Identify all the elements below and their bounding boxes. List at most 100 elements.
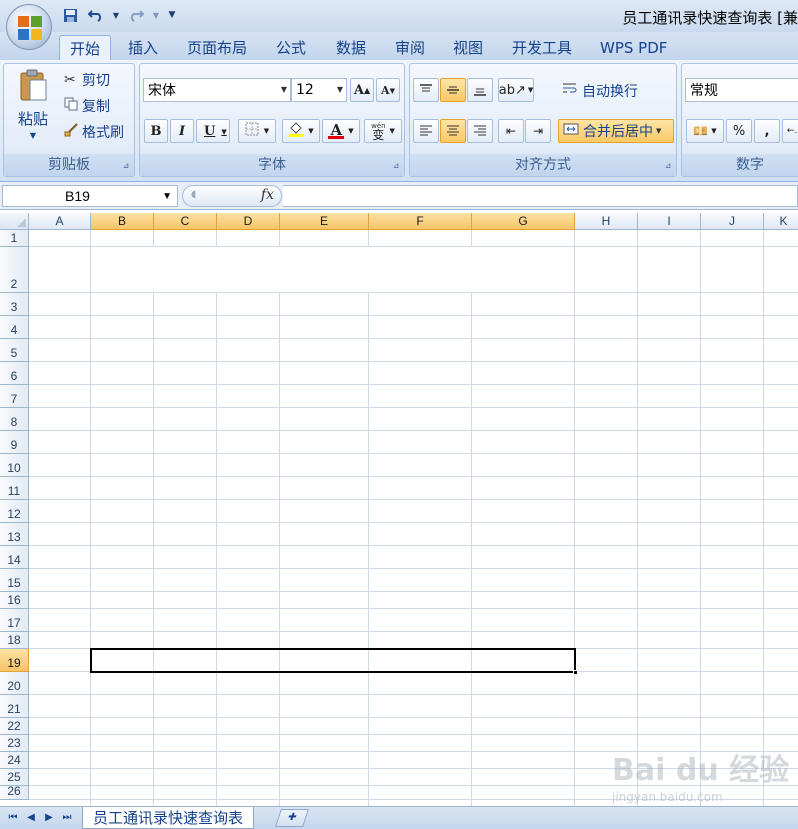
tab-formulas[interactable]: 公式 <box>266 35 316 60</box>
borders-button[interactable]: ▼ <box>238 119 276 143</box>
row-header-22[interactable]: 22 <box>0 718 29 735</box>
row-header-16[interactable]: 16 <box>0 592 29 609</box>
row-header-1[interactable]: 1 <box>0 230 29 247</box>
sheet-tab-active[interactable]: 员工通讯录快速查询表 <box>82 807 255 829</box>
column-header-j[interactable]: J <box>701 213 764 230</box>
tab-page-layout[interactable]: 页面布局 <box>177 35 257 60</box>
row-header-17[interactable]: 17 <box>0 609 29 632</box>
font-size-select[interactable]: 12 ▼ <box>291 78 347 102</box>
format-painter-button[interactable]: 格式刷 <box>64 122 124 142</box>
italic-button[interactable]: I <box>170 119 194 143</box>
font-color-button[interactable]: A ▼ <box>322 119 360 143</box>
column-header-g[interactable]: G <box>472 213 575 230</box>
last-sheet-icon[interactable]: ⏭ <box>60 811 74 825</box>
grow-font-button[interactable]: A ▲ <box>350 78 374 102</box>
column-header-a[interactable]: A <box>29 213 91 230</box>
align-top-button[interactable] <box>413 78 439 102</box>
office-button[interactable] <box>6 4 52 50</box>
first-sheet-icon[interactable]: ⏮ <box>6 811 20 825</box>
column-header-e[interactable]: E <box>280 213 369 230</box>
row-header-6[interactable]: 6 <box>0 362 29 385</box>
wrap-text-button[interactable]: 自动换行 <box>562 81 638 101</box>
insert-function-icon[interactable]: fx <box>261 187 274 203</box>
undo-icon[interactable] <box>86 6 106 24</box>
number-format-select[interactable]: 常规 <box>685 78 798 102</box>
row-header-20[interactable]: 20 <box>0 672 29 695</box>
column-header-d[interactable]: D <box>217 213 280 230</box>
worksheet-grid[interactable]: A B C D E F G H I J K 1 2 3 4 5 6 7 8 9 10 11 12 13 14 15 16 17 18 19… <box>0 213 798 806</box>
merge-center-button[interactable]: 合并后居中 ▼ <box>558 119 674 143</box>
row-header-13[interactable]: 13 <box>0 523 29 546</box>
row-header-23[interactable]: 23 <box>0 735 29 752</box>
tab-home[interactable]: 开始 <box>59 35 112 60</box>
align-left-button[interactable] <box>413 119 439 143</box>
bold-button[interactable]: B <box>144 119 168 143</box>
align-bottom-button[interactable] <box>467 78 493 102</box>
tab-view[interactable]: 视图 <box>443 35 493 60</box>
row-header-19[interactable]: 19 <box>0 649 29 672</box>
redo-icon[interactable] <box>126 6 146 24</box>
tab-developer[interactable]: 开发工具 <box>502 35 582 60</box>
font-launcher-icon[interactable]: ⊿ <box>391 161 401 171</box>
row-header-10[interactable]: 10 <box>0 454 29 477</box>
accounting-format-button[interactable]: 💴 ▼ <box>686 119 724 143</box>
underline-button[interactable]: U ▼ <box>196 119 230 143</box>
row-header-12[interactable]: 12 <box>0 500 29 523</box>
align-middle-button[interactable] <box>440 78 466 102</box>
customize-qat-icon[interactable]: ▼ <box>166 6 178 24</box>
row-header-24[interactable]: 24 <box>0 752 29 769</box>
formula-input[interactable] <box>283 185 798 207</box>
column-header-k[interactable]: K <box>764 213 798 230</box>
row-header-5[interactable]: 5 <box>0 339 29 362</box>
row-header-7[interactable]: 7 <box>0 385 29 408</box>
save-icon[interactable] <box>60 6 80 24</box>
name-box[interactable]: B19 ▼ <box>2 185 178 207</box>
row-header-14[interactable]: 14 <box>0 546 29 569</box>
insert-sheet-icon[interactable]: ✚ <box>275 809 309 827</box>
clipboard-launcher-icon[interactable]: ⊿ <box>121 161 131 171</box>
paste-button[interactable]: 粘贴 ▼ <box>10 68 56 150</box>
copy-button[interactable]: 复制 <box>64 96 110 116</box>
row-header-9[interactable]: 9 <box>0 431 29 454</box>
tab-review[interactable]: 审阅 <box>385 35 435 60</box>
tab-wps-pdf[interactable]: WPS PDF <box>590 35 677 60</box>
undo-dropdown-icon[interactable]: ▼ <box>112 6 120 24</box>
alignment-launcher-icon[interactable]: ⊿ <box>663 161 673 171</box>
column-header-h[interactable]: H <box>575 213 638 230</box>
row-header-11[interactable]: 11 <box>0 477 29 500</box>
fill-handle[interactable] <box>573 670 578 675</box>
row-header-21[interactable]: 21 <box>0 695 29 718</box>
cut-button[interactable]: ✂ 剪切 <box>64 70 110 90</box>
redo-dropdown-icon[interactable]: ▼ <box>152 6 160 24</box>
orientation-button[interactable]: ab↗ ▼ <box>498 78 534 102</box>
row-header-15[interactable]: 15 <box>0 569 29 592</box>
row-header-4[interactable]: 4 <box>0 316 29 339</box>
increase-decimal-button[interactable]: ←.0 <box>782 119 798 143</box>
tab-data[interactable]: 数据 <box>326 35 376 60</box>
tab-insert[interactable]: 插入 <box>118 35 168 60</box>
row-header-8[interactable]: 8 <box>0 408 29 431</box>
fill-color-button[interactable]: ▼ <box>282 119 320 143</box>
percent-style-button[interactable]: % <box>726 119 752 143</box>
row-header-2[interactable]: 2 <box>0 247 29 293</box>
column-header-c[interactable]: C <box>154 213 217 230</box>
select-all-button[interactable] <box>0 213 29 230</box>
column-header-i[interactable]: I <box>638 213 701 230</box>
row-header-18[interactable]: 18 <box>0 632 29 649</box>
row-header-26[interactable]: 26 <box>0 784 29 800</box>
prev-sheet-icon[interactable]: ◀ <box>24 811 38 825</box>
active-cell-selection[interactable] <box>90 648 578 675</box>
next-sheet-icon[interactable]: ▶ <box>42 811 56 825</box>
shrink-font-button[interactable]: A ▼ <box>376 78 400 102</box>
font-name-select[interactable]: 宋体 ▼ <box>143 78 291 102</box>
align-right-button[interactable] <box>467 119 493 143</box>
align-center-button[interactable] <box>440 119 466 143</box>
column-header-f[interactable]: F <box>369 213 472 230</box>
phonetic-button[interactable]: wén 变 ▼ <box>364 119 402 143</box>
row-header-3[interactable]: 3 <box>0 293 29 316</box>
comma-style-button[interactable]: , <box>754 119 780 143</box>
merge-center-icon <box>563 123 583 139</box>
column-header-b[interactable]: B <box>91 213 154 230</box>
increase-indent-button[interactable]: ⇥ <box>525 119 551 143</box>
decrease-indent-button[interactable]: ⇤ <box>498 119 524 143</box>
